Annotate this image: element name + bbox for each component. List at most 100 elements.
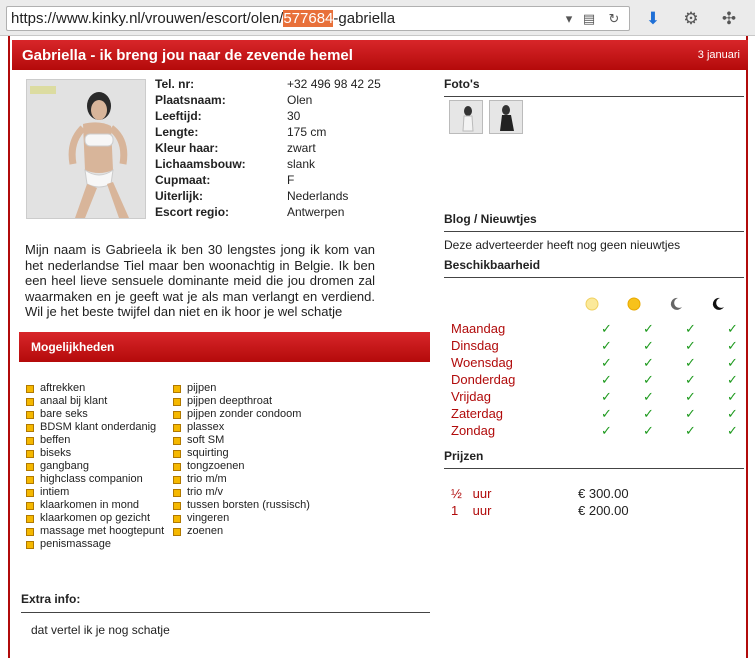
option-label: BDSM klant onderdanig [40, 421, 157, 433]
option-item: vingeren [173, 512, 310, 525]
price-value: € 300.00 [578, 486, 629, 501]
download-icon[interactable]: ⬇ [642, 8, 664, 30]
option-label: squirting [187, 447, 229, 459]
detail-row-region: Escort regio: Antwerpen [155, 205, 345, 219]
option-item: plassex [173, 421, 310, 434]
option-item: gangbang [26, 460, 164, 473]
checkmark-icon: ✓ [643, 423, 654, 438]
bullet-icon [26, 476, 34, 484]
bullet-icon [173, 411, 181, 419]
option-label: penismassage [40, 538, 111, 550]
photo-thumbnail[interactable] [449, 100, 483, 134]
bullet-icon [26, 424, 34, 432]
option-item: BDSM klant onderdanig [26, 421, 164, 434]
option-item: tongzoenen [173, 460, 310, 473]
checkmark-icon: ✓ [601, 355, 612, 370]
checkmark-icon: ✓ [601, 389, 612, 404]
option-item: trio m/m [173, 473, 310, 486]
bullet-icon [173, 398, 181, 406]
bullet-icon [26, 541, 34, 549]
detail-row-hair: Kleur haar: zwart [155, 141, 316, 155]
option-item: intiem [26, 486, 164, 499]
availability-day: Zondag [451, 423, 496, 438]
checkmark-icon: ✓ [643, 406, 654, 421]
option-item: zoenen [173, 525, 310, 538]
detail-row-appearance: Uiterlijk: Nederlands [155, 189, 349, 203]
checkmark-icon: ✓ [727, 389, 738, 404]
option-label: tongzoenen [187, 460, 245, 472]
reader-view-icon[interactable]: ▤ [580, 10, 598, 28]
checkmark-icon: ✓ [685, 423, 696, 438]
bullet-icon [26, 463, 34, 471]
bullet-icon [26, 528, 34, 536]
bullet-icon [173, 385, 181, 393]
checkmark-icon: ✓ [727, 321, 738, 336]
checkmark-icon: ✓ [685, 321, 696, 336]
option-item: soft SM [173, 434, 310, 447]
availability-day: Donderdag [451, 372, 516, 387]
detail-row-phone: Tel. nr: +32 496 98 42 25 [155, 77, 381, 91]
profile-photo[interactable] [26, 79, 146, 219]
checkmark-icon: ✓ [685, 355, 696, 370]
extra-info-heading: Extra info: [21, 592, 430, 613]
options-heading: Mogelijkheden [19, 332, 430, 362]
dropdown-arrow-icon[interactable]: ▾ [560, 10, 578, 28]
bullet-icon [26, 398, 34, 406]
bullet-icon [26, 515, 34, 523]
option-item: tussen borsten (russisch) [173, 499, 310, 512]
reload-icon[interactable]: ↻ [605, 10, 623, 28]
profile-date: 3 januari [697, 49, 740, 61]
puzzle-icon[interactable]: ✣ [718, 8, 740, 30]
morning-sun-icon [585, 297, 599, 311]
url-suffix: -gabriella [333, 10, 396, 27]
price-label: ½ uur [451, 486, 492, 501]
checkmark-icon: ✓ [727, 406, 738, 421]
bullet-icon [173, 502, 181, 510]
availability-heading: Beschikbaarheid [444, 258, 744, 278]
extension-icon[interactable]: ⚙ [680, 8, 702, 30]
option-label: gangbang [40, 460, 89, 472]
option-label: intiem [40, 486, 70, 498]
option-item: aftrekken [26, 382, 164, 395]
option-label: trio m/v [187, 486, 224, 498]
bullet-icon [26, 489, 34, 497]
price-value: € 200.00 [578, 503, 629, 518]
browser-toolbar: https://www.kinky.nl/vrouwen/escort/olen… [0, 0, 755, 36]
option-item: klaarkomen op gezicht [26, 512, 164, 525]
option-item: highclass companion [26, 473, 164, 486]
bullet-icon [26, 437, 34, 445]
page-content: Gabriella - ik breng jou naar de zevende… [0, 36, 755, 658]
bullet-icon [173, 450, 181, 458]
checkmark-icon: ✓ [685, 406, 696, 421]
availability-day: Maandag [451, 321, 506, 336]
checkmark-icon: ✓ [643, 321, 654, 336]
bullet-icon [26, 385, 34, 393]
option-label: aftrekken [40, 382, 86, 394]
bullet-icon [173, 424, 181, 432]
url-bar[interactable]: https://www.kinky.nl/vrouwen/escort/olen… [6, 6, 630, 31]
bullet-icon [173, 528, 181, 536]
checkmark-icon: ✓ [643, 372, 654, 387]
bullet-icon [173, 489, 181, 497]
option-label: klaarkomen in mond [40, 499, 140, 511]
option-item: trio m/v [173, 486, 310, 499]
checkmark-icon: ✓ [727, 355, 738, 370]
photos-heading: Foto's [444, 77, 744, 97]
option-item: squirting [173, 447, 310, 460]
option-label: zoenen [187, 525, 224, 537]
checkmark-icon: ✓ [727, 423, 738, 438]
url-prefix: https://www.kinky.nl/vrouwen/escort/olen… [11, 10, 284, 27]
option-label: plassex [187, 421, 225, 433]
evening-moon-icon [670, 297, 682, 310]
options-list-right: pijpen pijpen deepthroat pijpen zonder con… [173, 382, 310, 538]
checkmark-icon: ✓ [685, 389, 696, 404]
bullet-icon [26, 502, 34, 510]
checkmark-icon: ✓ [601, 406, 612, 421]
availability-day: Woensdag [451, 355, 513, 370]
price-label: 1 uur [451, 503, 492, 518]
photo-thumbnail[interactable] [489, 100, 523, 134]
option-label: highclass companion [40, 473, 143, 485]
option-label: beffen [40, 434, 71, 446]
option-label: tussen borsten (russisch) [187, 499, 310, 511]
profile-bio: Mijn naam is Gabrieela ik ben 30 lengste… [25, 242, 375, 319]
